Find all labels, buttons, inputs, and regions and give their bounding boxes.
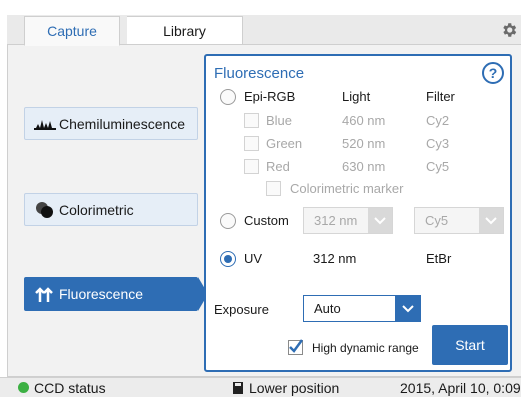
colorimetric-icon xyxy=(31,200,59,220)
custom-radio[interactable] xyxy=(220,213,236,229)
chevron-down-icon xyxy=(395,296,420,321)
tray-icon xyxy=(233,382,243,394)
mode-fluorescence-button[interactable]: Fluorescence xyxy=(24,277,198,311)
custom-filter-select[interactable]: Cy5 xyxy=(414,207,504,234)
uv-filter: EtBr xyxy=(426,251,452,266)
ccd-status-text: CCD status xyxy=(34,380,106,396)
channel-light: 630 nm xyxy=(342,159,386,174)
red-checkbox[interactable] xyxy=(244,159,259,174)
help-icon[interactable]: ? xyxy=(482,62,504,84)
gear-icon[interactable] xyxy=(500,21,518,39)
start-button[interactable]: Start xyxy=(432,325,508,365)
epi-rgb-label: Epi-RGB xyxy=(244,89,296,104)
position-text: Lower position xyxy=(249,380,340,396)
exposure-label: Exposure xyxy=(214,302,269,317)
channel-name: Blue xyxy=(266,113,293,128)
mode-label: Chemiluminescence xyxy=(59,115,186,132)
tab-library[interactable]: Library xyxy=(127,16,243,45)
epi-rgb-radio[interactable] xyxy=(220,89,236,105)
mode-label: Colorimetric xyxy=(59,201,134,218)
channel-name: Green xyxy=(266,136,303,151)
channel-light: 520 nm xyxy=(342,136,386,151)
hdr-checkbox[interactable] xyxy=(288,339,303,355)
ccd-status-indicator xyxy=(18,382,29,393)
mode-label: Fluorescence xyxy=(59,286,144,302)
channel-filter: Cy3 xyxy=(426,136,450,151)
status-bar: CCD status Lower position 2015, April 10… xyxy=(0,377,521,397)
chemiluminescence-icon xyxy=(31,117,59,131)
channel-light: 460 nm xyxy=(342,113,386,128)
up-down-arrows-icon xyxy=(31,285,59,303)
custom-label: Custom xyxy=(244,213,289,228)
custom-light-value: 312 nm xyxy=(314,213,358,228)
chevron-down-icon xyxy=(479,208,503,233)
uv-label: UV xyxy=(244,251,263,266)
exposure-value: Auto xyxy=(314,301,341,316)
chevron-down-icon xyxy=(368,208,392,233)
datetime-text: 2015, April 10, 0:09 xyxy=(400,380,521,396)
mode-chemiluminescence-button[interactable]: Chemiluminescence xyxy=(24,107,198,140)
colorimetric-marker-checkbox[interactable] xyxy=(266,181,281,196)
exposure-select[interactable]: Auto xyxy=(303,295,421,322)
hdr-label: High dynamic range xyxy=(312,341,419,355)
fluorescence-panel: Fluorescence ? Epi-RGB Light Filter Blue… xyxy=(204,54,512,372)
mode-colorimetric-button[interactable]: Colorimetric xyxy=(24,193,198,226)
uv-radio[interactable] xyxy=(220,251,236,267)
blue-checkbox[interactable] xyxy=(244,113,259,128)
tab-capture[interactable]: Capture xyxy=(24,16,120,46)
channel-filter: Cy2 xyxy=(426,113,450,128)
uv-light: 312 nm xyxy=(313,251,357,266)
colorimetric-marker-label: Colorimetric marker xyxy=(290,181,404,196)
channel-name: Red xyxy=(266,159,290,174)
filter-column-header: Filter xyxy=(426,89,455,104)
custom-filter-value: Cy5 xyxy=(425,213,449,228)
channel-filter: Cy5 xyxy=(426,159,450,174)
light-column-header: Light xyxy=(342,89,371,104)
panel-title: Fluorescence xyxy=(214,65,305,82)
custom-light-select[interactable]: 312 nm xyxy=(303,207,393,234)
checkmark-icon xyxy=(289,339,303,353)
green-checkbox[interactable] xyxy=(244,136,259,151)
